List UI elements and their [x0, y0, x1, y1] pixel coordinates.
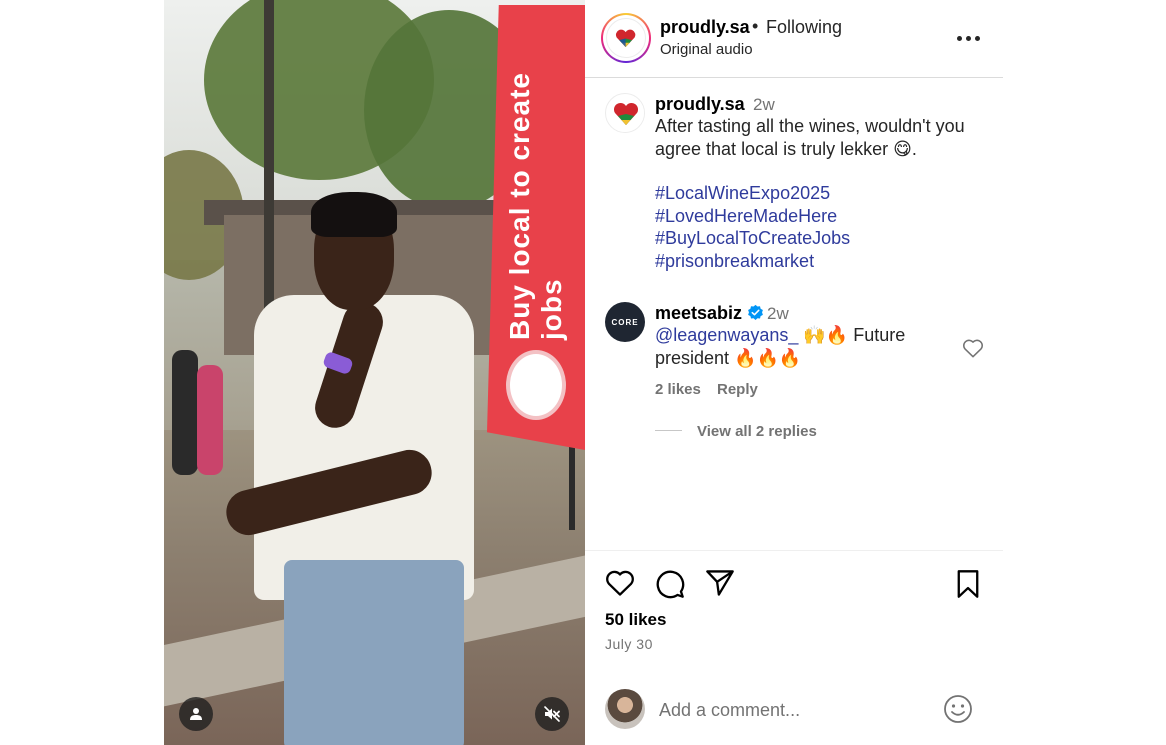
mention-link[interactable]: @leagenwayans_ [655, 325, 798, 345]
caption-hashtags: #LocalWineExpo2025 #LovedHereMadeHere #B… [655, 182, 850, 272]
comment-like-heart-icon[interactable] [962, 338, 984, 358]
send-paper-plane-icon[interactable] [705, 569, 735, 597]
person-jeans [284, 560, 464, 745]
caption-username-link[interactable]: proudly.sa [655, 94, 745, 115]
more-options-button[interactable] [957, 36, 980, 41]
video-lamp-pole [264, 0, 274, 330]
person-hair [311, 192, 397, 237]
hashtag-link[interactable]: #prisonbreakmarket [655, 250, 850, 273]
replies-divider [655, 430, 682, 431]
comment-reply-button[interactable]: Reply [717, 381, 758, 398]
commenter-username-link[interactable]: meetsabiz [655, 303, 742, 324]
caption-text: After tasting all the wines, wouldn't yo… [655, 116, 965, 159]
current-user-avatar [605, 689, 645, 729]
caption-author-avatar[interactable] [605, 93, 645, 133]
banner-text: Buy local to create jobs [504, 72, 567, 340]
video-bystander [172, 350, 198, 475]
mute-toggle-button[interactable] [535, 697, 569, 731]
post-header: proudly.sa • Following Original audio [585, 0, 1003, 78]
view-replies-button[interactable]: View all 2 replies [697, 423, 817, 440]
author-avatar-story-ring[interactable] [601, 13, 651, 63]
caption-timestamp[interactable]: 2w [753, 95, 775, 115]
post-side-panel: proudly.sa • Following Original audio pr… [585, 0, 1003, 745]
comment-input[interactable] [659, 698, 929, 722]
comment-likes-count[interactable]: 2 likes [655, 381, 701, 398]
audio-link[interactable]: Original audio [660, 41, 753, 58]
comment-bubble-icon[interactable] [655, 569, 685, 599]
post-date[interactable]: July 30 [605, 636, 653, 652]
hashtag-link[interactable]: #LocalWineExpo2025 [655, 182, 850, 205]
author-username-link[interactable]: proudly.sa [660, 17, 750, 38]
video-bystander [197, 365, 223, 475]
bookmark-icon[interactable] [955, 569, 981, 599]
user-tag-icon [190, 708, 202, 720]
proudly-sa-heart-logo-icon [607, 95, 644, 132]
reel-video[interactable]: Buy local to create jobs [164, 0, 585, 745]
verified-badge-icon [748, 304, 763, 320]
post-likes-count[interactable]: 50 likes [605, 610, 666, 630]
comment-timestamp[interactable]: 2w [767, 304, 789, 324]
emoji-smiley-icon[interactable] [943, 694, 973, 724]
commenter-avatar[interactable]: CORE [605, 302, 645, 342]
comment-composer [585, 680, 1003, 740]
hashtag-link[interactable]: #BuyLocalToCreateJobs [655, 227, 850, 250]
header-separator: • [752, 16, 759, 36]
proudly-sa-heart-logo-icon [616, 29, 636, 47]
banner-logo [506, 350, 566, 420]
tagged-users-button[interactable] [179, 697, 213, 731]
post-actions-bar: 50 likes July 30 [585, 550, 1003, 660]
author-avatar [606, 18, 646, 58]
more-horizontal-icon [957, 36, 962, 41]
comment-text: @leagenwayans_ 🙌🔥 Future president 🔥🔥🔥 [655, 324, 945, 369]
following-button[interactable]: Following [766, 17, 842, 38]
hashtag-link[interactable]: #LovedHereMadeHere [655, 205, 850, 228]
muted-speaker-icon [544, 706, 560, 722]
heart-icon[interactable] [605, 569, 635, 597]
